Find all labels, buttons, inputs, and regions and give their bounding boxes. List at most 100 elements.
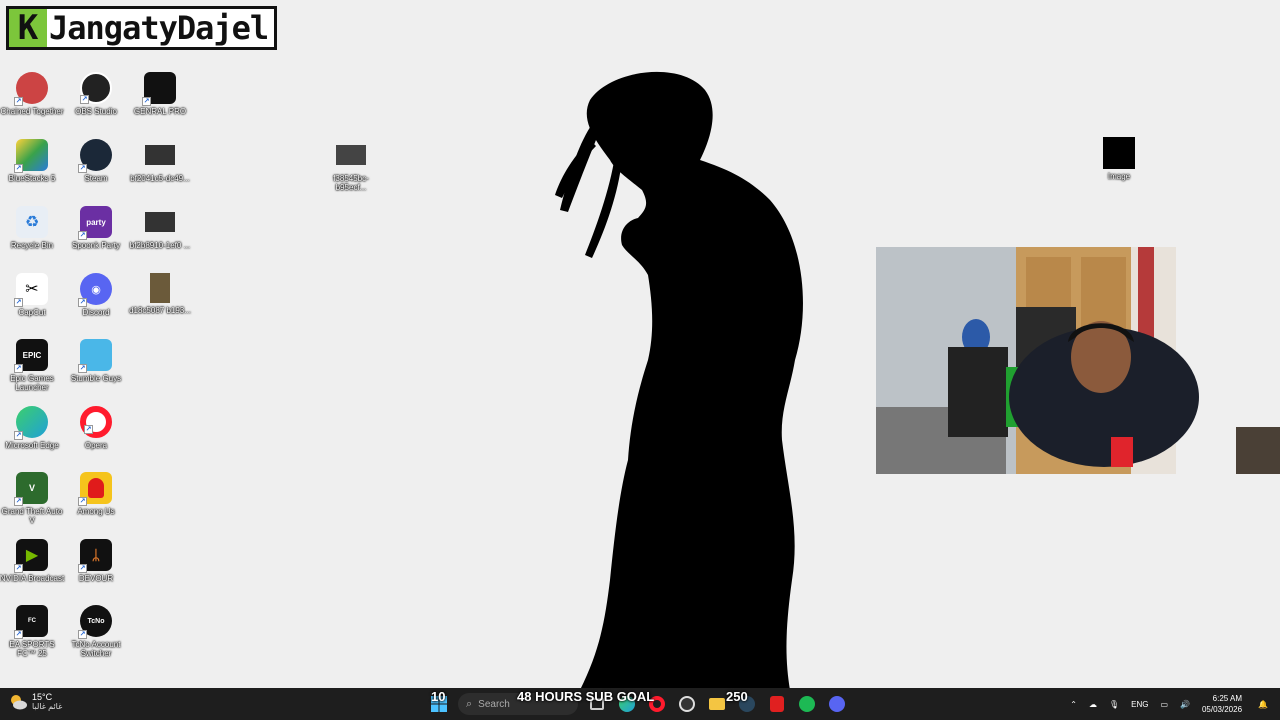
opera-icon: ↗: [80, 406, 112, 438]
taskbar-center: ⌕ Search: [424, 688, 852, 720]
bluestacks-icon: ↗: [14, 139, 48, 173]
tcno-icon: TcNo ↗: [78, 605, 112, 639]
devour-icon: ᛦ ↗: [78, 539, 112, 573]
desktop-icon-stumble-guys[interactable]: ↗ Stumble Guys: [64, 339, 128, 401]
desktop-icon-image-1[interactable]: bf2041c5-dc49...: [128, 139, 192, 201]
chained-together-icon: ↗: [14, 72, 48, 106]
chevron-up-icon[interactable]: ⌃: [1070, 700, 1077, 709]
cloud-sync-icon[interactable]: ☁: [1089, 700, 1097, 709]
taskbar-app-obs[interactable]: [676, 693, 698, 715]
icon-label: Microsoft Edge: [5, 441, 59, 450]
taskbar-app-discord[interactable]: [826, 693, 848, 715]
desktop-icon-obs[interactable]: ↗ OBS Studio: [64, 72, 128, 134]
icon-label: NVIDIA Broadcast: [0, 574, 65, 583]
icon-label: TcNo Account Switcher: [71, 640, 121, 658]
channel-logo: K JangatyDajel: [6, 6, 278, 50]
gta-icon: V ↗: [14, 472, 48, 506]
taskbar-clock[interactable]: 6:25 AM 05/03/2026: [1202, 693, 1242, 715]
icon-label: CapCut: [18, 308, 46, 317]
icon-label: f38545bc-b95ecf...: [333, 174, 369, 192]
desktop-icon-nvidia-broadcast[interactable]: ▶ ↗ NVIDIA Broadcast: [0, 539, 64, 601]
taskbar: 15°C غائم غالبا ⌕ Search ⌃ ☁ 🎙 ENG ▭ 🔊 6…: [0, 688, 1280, 720]
icon-label: Chained Together: [0, 107, 64, 116]
task-view-button[interactable]: [586, 693, 608, 715]
icon-label: Steam: [84, 174, 108, 183]
image-file-icon: [336, 145, 366, 165]
desktop-icon-bluestacks[interactable]: ↗ BlueStacks 5: [0, 139, 64, 201]
icon-label: Opera: [84, 441, 108, 450]
volume-icon[interactable]: 🔊: [1180, 700, 1190, 709]
icon-label: Epic Games Launcher: [10, 374, 54, 392]
among-us-icon: ↗: [78, 472, 112, 506]
taskbar-app-edge[interactable]: [616, 693, 638, 715]
epic-games-icon: EPIC ↗: [14, 339, 48, 373]
weather-widget[interactable]: 15°C غائم غالبا: [8, 692, 62, 712]
search-placeholder: Search: [478, 698, 510, 710]
image-file-icon: [145, 145, 175, 165]
desktop-icon-ea-fc[interactable]: FC ↗ EA SPORTS FC™ 25: [0, 605, 64, 667]
weather-desc: غائم غالبا: [32, 702, 63, 711]
desktop-icon-discord[interactable]: ◉ ↗ Discord: [64, 273, 128, 335]
desktop-icon-tcno[interactable]: TcNo ↗ TcNo Account Switcher: [64, 605, 128, 667]
ea-fc-icon: FC ↗: [14, 605, 48, 639]
desktop-icon-image-3[interactable]: bf2b8910-1ef0 ...: [128, 206, 192, 268]
icon-label: Image: [1107, 172, 1131, 181]
discord-icon: [829, 696, 845, 712]
taskbar-app-steam[interactable]: [736, 693, 758, 715]
webcam-feed: [876, 247, 1280, 474]
edge-icon: [619, 696, 635, 712]
start-button[interactable]: [428, 693, 450, 715]
microphone-icon[interactable]: 🎙: [1109, 700, 1119, 709]
taskbar-app-explorer[interactable]: [706, 693, 728, 715]
taskbar-search[interactable]: ⌕ Search: [458, 693, 578, 715]
icon-label: BlueStacks 5: [8, 174, 56, 183]
folder-icon: [709, 698, 725, 710]
image-file-icon: [145, 212, 175, 232]
logo-name: JangatyDajel: [49, 9, 269, 47]
icon-label: Grand Theft Auto V: [1, 507, 63, 525]
spotify-icon: [799, 696, 815, 712]
icon-label: Spoonk Party: [71, 241, 121, 250]
stumble-guys-icon: ↗: [78, 339, 112, 373]
obs-icon: ↗: [80, 72, 112, 104]
taskbar-app-capcut[interactable]: [766, 693, 788, 715]
capcut-icon: [770, 696, 784, 712]
language-indicator[interactable]: ENG: [1131, 700, 1148, 709]
icon-label: DEVOUR: [78, 574, 114, 583]
desktop-icon-devour[interactable]: ᛦ ↗ DEVOUR: [64, 539, 128, 601]
icon-label: OBS Studio: [75, 107, 117, 116]
icon-label: Recycle Bin: [10, 241, 54, 250]
icon-label: Among Us: [77, 507, 115, 516]
desktop-icon-chained-together[interactable]: ↗ Chained Together: [0, 72, 64, 134]
clock-time: 6:25 AM: [1212, 694, 1243, 703]
discord-icon: ◉ ↗: [78, 273, 112, 307]
desktop-icon-opera[interactable]: ↗ Opera: [64, 406, 128, 468]
notification-bell-icon[interactable]: 🔔: [1258, 700, 1268, 709]
webcam-overlay: [876, 247, 1280, 474]
icon-label: Discord: [82, 308, 110, 317]
desktop-icon-edge[interactable]: ↗ Microsoft Edge: [0, 406, 64, 468]
network-icon[interactable]: ▭: [1160, 700, 1168, 709]
icon-label: Stumble Guys: [70, 374, 122, 383]
desktop-icon-image-black[interactable]: Image: [1087, 137, 1151, 199]
logo-letter: K: [9, 8, 47, 48]
windows-icon: [431, 696, 447, 712]
desktop-icon-image-2[interactable]: f38545bc-b95ecf...: [319, 139, 383, 201]
desktop-icon-genral-pro[interactable]: ↗ GENRAL PRO: [128, 72, 192, 134]
desktop-icon-recycle-bin[interactable]: ♻ Recycle Bin: [0, 206, 64, 268]
taskbar-app-opera[interactable]: [646, 693, 668, 715]
black-image-icon: [1103, 137, 1135, 169]
recycle-bin-icon: ♻: [16, 206, 48, 238]
system-tray: ⌃ ☁ 🎙 ENG ▭ 🔊 6:25 AM 05/03/2026 🔔: [1064, 688, 1274, 720]
desktop-icon-epic-games[interactable]: EPIC ↗ Epic Games Launcher: [0, 339, 64, 401]
taskbar-app-spotify[interactable]: [796, 693, 818, 715]
desktop-icon-among-us[interactable]: ↗ Among Us: [64, 472, 128, 534]
desktop-icon-image-4[interactable]: d18c5087 b193...: [128, 273, 192, 335]
desktop-icon-capcut[interactable]: ✂ ↗ CapCut: [0, 273, 64, 335]
wallpaper-silhouette: [555, 71, 803, 690]
desktop-icon-steam[interactable]: ↗ Steam: [64, 139, 128, 201]
spoonk-party-icon: party ↗: [78, 206, 112, 240]
desktop-icon-spoonk-party[interactable]: party ↗ Spoonk Party: [64, 206, 128, 268]
desktop-icon-gta[interactable]: V ↗ Grand Theft Auto V: [0, 472, 64, 534]
icon-label: bf2041c5-dc49...: [130, 174, 190, 183]
